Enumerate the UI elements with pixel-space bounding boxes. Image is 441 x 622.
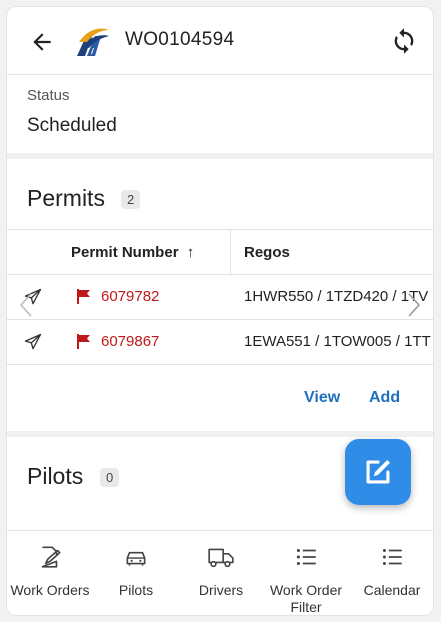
sort-arrow-icon: ↑ xyxy=(186,244,195,261)
flag-icon xyxy=(77,289,90,304)
car-icon xyxy=(126,551,146,566)
scroll-right-icon[interactable] xyxy=(405,291,423,319)
send-icon[interactable] xyxy=(23,332,43,352)
nav-label: Work Orders xyxy=(10,582,90,598)
flag-icon xyxy=(77,334,90,349)
permit-number-header-label: Permit Number xyxy=(71,244,179,261)
column-separator xyxy=(230,230,231,276)
app-header: WO0104594 xyxy=(7,7,433,75)
nav-label: Calendar xyxy=(363,582,421,598)
edit-fab-button[interactable] xyxy=(345,439,411,505)
nav-item-calendar[interactable]: Calendar xyxy=(349,531,433,615)
back-arrow-icon[interactable] xyxy=(29,29,55,55)
bottom-navigation: Work Orders Pilots Drivers Work Order Fi… xyxy=(7,530,433,615)
company-logo xyxy=(77,28,109,56)
view-button[interactable]: View xyxy=(304,389,340,407)
status-label: Status xyxy=(27,87,70,104)
regos-cell: 1EWA551 / 1TOW005 / 1TT xyxy=(244,333,431,350)
nav-item-work-orders[interactable]: Work Orders xyxy=(7,531,93,615)
sync-icon[interactable] xyxy=(390,27,418,55)
pilots-count-badge: 0 xyxy=(100,468,120,487)
permits-table-header: Permit Number ↑ Regos xyxy=(7,229,433,276)
permit-number-header[interactable]: Permit Number ↑ xyxy=(71,244,194,261)
permit-number-link[interactable]: 6079867 xyxy=(101,333,159,350)
nav-label: Pilots xyxy=(118,582,154,598)
table-row[interactable]: 6079782 1HWR550 / 1TZD420 / 1TV xyxy=(7,275,433,320)
nav-label: Work Order Filter xyxy=(269,582,343,615)
permits-count-badge: 2 xyxy=(121,190,141,209)
list-icon xyxy=(296,548,316,566)
regos-header[interactable]: Regos xyxy=(244,244,290,261)
status-value: Scheduled xyxy=(27,115,117,136)
status-section: Status Scheduled xyxy=(7,75,433,153)
list-icon xyxy=(382,548,402,566)
edit-document-icon xyxy=(41,546,61,568)
table-row[interactable]: 6079867 1EWA551 / 1TOW005 / 1TT xyxy=(7,320,433,365)
permit-number-link[interactable]: 6079782 xyxy=(101,288,159,305)
app-frame: WO0104594 Status Scheduled Permits 2 Per… xyxy=(6,6,434,616)
nav-label: Drivers xyxy=(198,582,244,598)
pilots-title: Pilots xyxy=(27,463,84,489)
edit-icon xyxy=(366,459,391,484)
permits-title: Permits xyxy=(27,185,105,211)
add-button[interactable]: Add xyxy=(369,389,400,407)
scroll-left-icon[interactable] xyxy=(17,291,35,319)
nav-item-work-order-filter[interactable]: Work Order Filter xyxy=(263,531,349,615)
permits-card: Permits 2 Permit Number ↑ Regos 6079782 … xyxy=(7,159,433,431)
nav-item-drivers[interactable]: Drivers xyxy=(179,531,263,615)
work-order-title: WO0104594 xyxy=(125,29,235,50)
truck-icon xyxy=(208,548,234,568)
nav-item-pilots[interactable]: Pilots xyxy=(93,531,179,615)
